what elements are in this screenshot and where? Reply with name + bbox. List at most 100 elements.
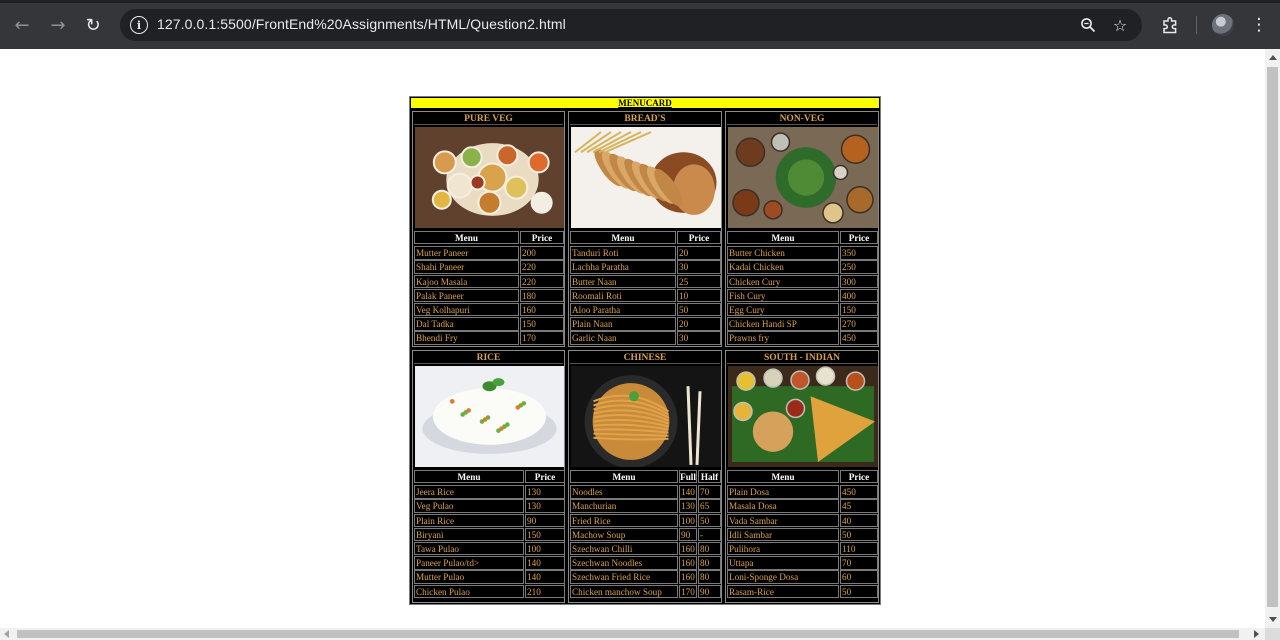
table-row: Manchurian 130 65	[570, 499, 721, 513]
menu-item-price: 70	[840, 556, 878, 570]
menu-item-price: 60	[840, 570, 878, 584]
table-header-row: Menu Price	[727, 231, 878, 245]
table-row: Machow Soup 90-	[570, 527, 721, 542]
table-row: Veg Pulao 130	[414, 499, 565, 513]
menu-item-price: 90	[679, 527, 697, 542]
column-header: Price	[520, 231, 564, 245]
menu-item-name: Chicken Pulao	[414, 584, 524, 598]
menu-item-price: 65	[698, 499, 721, 513]
menu-section: SOUTH - INDIAN Menu Price Plain Dosa 450 Mas…	[725, 350, 879, 603]
vertical-scroll-thumb[interactable]	[1267, 67, 1278, 607]
menu-item-price: 90	[525, 513, 565, 527]
table-row: Mutter Paneer 200	[414, 246, 564, 260]
menu-section: BREAD'S Menu Price Tanduri Roti 20 Lachha Pa…	[568, 111, 722, 347]
horizontal-scrollbar[interactable]	[0, 628, 1265, 640]
menu-item-price: 150	[520, 317, 564, 331]
menu-item-name: Aloo Paratha	[570, 303, 676, 317]
menu-item-price: 25	[677, 274, 721, 288]
menu-item-price: 450	[840, 331, 878, 345]
table-row: Roomali Roti 10	[570, 288, 721, 303]
menu-item-name: Mutter Paneer	[414, 246, 519, 260]
scroll-right-arrow-icon[interactable]	[1254, 630, 1259, 638]
menu-item-name: Szechwan Chilli	[570, 542, 678, 556]
table-row: Mutter Pulao 140	[414, 570, 565, 584]
menu-item-price: -	[698, 527, 721, 542]
menu-item-price: 50	[677, 303, 721, 317]
site-info-icon[interactable]: i	[130, 16, 148, 34]
table-row: Pulihora 110	[727, 542, 878, 556]
menu-section: CHINESE Menu Full Half Noodles 140 70 Manchuri…	[568, 350, 722, 603]
toolbar-separator	[1196, 16, 1197, 34]
table-row: Idli Sambar 50	[727, 527, 878, 542]
menu-item-price: 80	[698, 542, 721, 556]
horizontal-scroll-thumb[interactable]	[17, 630, 1239, 638]
column-header: Menu	[727, 231, 839, 245]
menu-item-name: Bhendi Fry	[414, 331, 519, 345]
scroll-up-arrow-icon[interactable]	[1269, 55, 1277, 60]
menu-item-name: Roomali Roti	[570, 288, 676, 303]
menu-item-price: 200	[520, 246, 564, 260]
menu-item-price: 10	[677, 288, 721, 303]
menu-item-price: 160	[679, 542, 697, 556]
zoom-icon[interactable]	[1077, 14, 1099, 36]
menu-item-name: Noodles	[570, 485, 678, 499]
table-row: Fish Cury 400	[727, 288, 878, 303]
menu-item-name: Biryani	[414, 527, 524, 542]
menu-item-name: Pulihora	[727, 542, 839, 556]
section-title: CHINESE	[570, 352, 720, 364]
menu-item-name: Veg Kolhapuri	[414, 303, 519, 317]
menu-item-price: 150	[840, 303, 878, 317]
menu-item-price: 400	[840, 288, 878, 303]
forward-arrow-icon[interactable]: →	[45, 12, 71, 38]
table-row: Chicken Handi SP 270	[727, 317, 878, 331]
table-row: Palak Paneer 180	[414, 288, 564, 303]
address-bar[interactable]: i 127.0.0.1:5500/FrontEnd%20Assignments/…	[120, 9, 1142, 41]
table-row: Lachha Paratha 30	[570, 260, 721, 274]
menu-item-price: 30	[677, 260, 721, 274]
table-row: Paneer Pulao/td> 140	[414, 556, 565, 570]
profile-avatar[interactable]	[1212, 14, 1234, 36]
table-row: Butter Naan 25	[570, 274, 721, 289]
menu-item-name: Prawns fry	[727, 331, 839, 345]
scroll-down-arrow-icon[interactable]	[1269, 617, 1277, 622]
table-row: Rasam-Rice 50	[727, 584, 878, 599]
menu-item-price: 160	[520, 303, 564, 317]
column-header: Price	[677, 231, 721, 245]
menu-item-price: 160	[679, 570, 697, 584]
table-row: Szechwan Chilli 160 80	[570, 542, 721, 556]
menu-item-price: 40	[840, 513, 878, 527]
menu-item-price: 110	[840, 542, 878, 556]
column-header: Half	[698, 470, 721, 484]
table-row: Jeera Rice 130	[414, 485, 565, 499]
table-row: Kadai Chicken 250	[727, 260, 878, 274]
bookmark-star-icon[interactable]: ☆	[1109, 14, 1131, 36]
non-veg-spread-image	[728, 127, 878, 228]
menu-item-name: Plain Rice	[414, 513, 524, 527]
table-row: Vada Sambar 40	[727, 513, 878, 528]
back-arrow-icon[interactable]: ←	[9, 12, 35, 38]
menu-item-price: 50	[840, 527, 878, 542]
extensions-icon[interactable]	[1157, 12, 1183, 38]
table-row: Tawa Pulao 100	[414, 542, 565, 556]
menu-item-price: 150	[525, 527, 565, 542]
menucard-title: MENUCARD	[411, 98, 879, 108]
column-header: Price	[840, 470, 878, 484]
scroll-left-arrow-icon[interactable]	[4, 630, 9, 638]
reload-icon[interactable]: ↻	[80, 12, 106, 38]
vertical-scrollbar[interactable]	[1265, 49, 1280, 628]
menu-item-name: Kadai Chicken	[727, 260, 839, 274]
table-row: Garlic Naan 30	[570, 331, 721, 345]
rice-bowl-image	[415, 366, 564, 467]
menu-item-name: Plain Naan	[570, 317, 676, 331]
table-row: Noodles 140 70	[570, 485, 721, 499]
table-row: Dal Tadka 150	[414, 317, 564, 331]
menu-item-name: Butter Naan	[570, 274, 676, 288]
menu-item-price: 80	[698, 570, 721, 584]
table-header-row: Menu Price	[570, 231, 721, 245]
column-header: Menu	[414, 470, 524, 484]
table-row: Butter Chicken 350	[727, 246, 878, 260]
menu-item-name: Palak Paneer	[414, 288, 519, 303]
more-menu-icon[interactable]: ⋮	[1246, 12, 1272, 38]
menu-item-price: 50	[840, 584, 878, 598]
address-url[interactable]: 127.0.0.1:5500/FrontEnd%20Assignments/HT…	[157, 16, 566, 32]
